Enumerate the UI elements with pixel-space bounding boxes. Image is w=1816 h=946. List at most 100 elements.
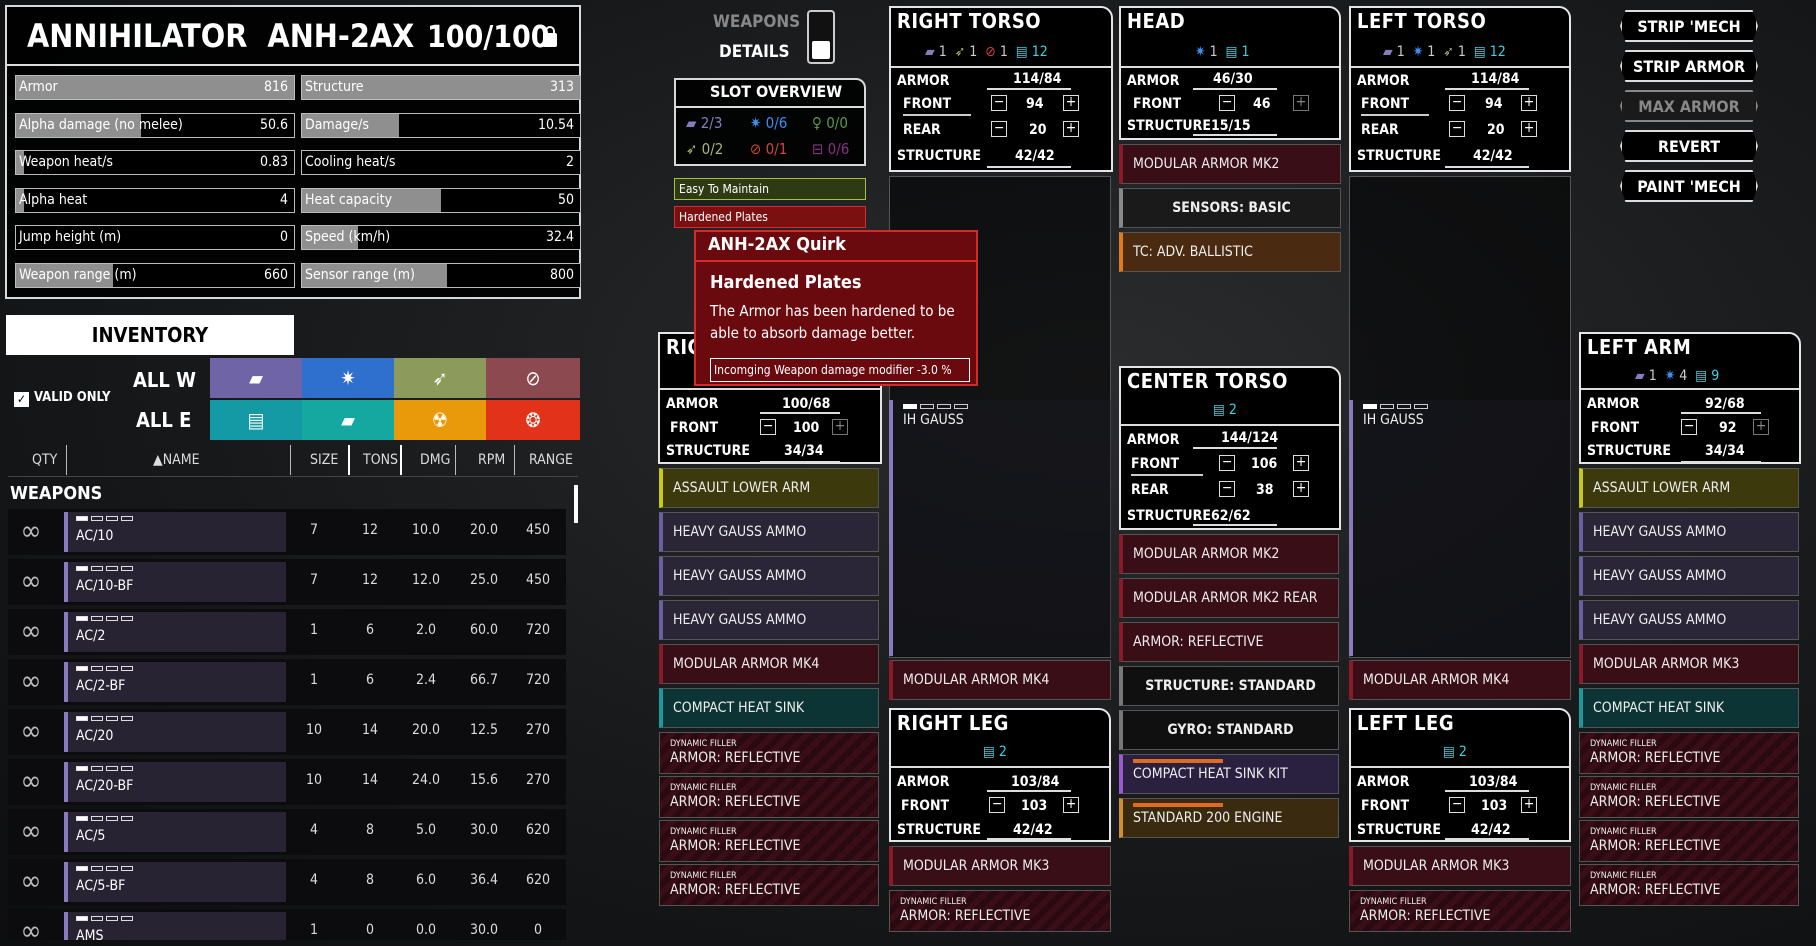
- filter-missile-button[interactable]: ➶: [394, 358, 486, 398]
- strip-mech-button[interactable]: STRIP 'MECH: [1620, 10, 1758, 42]
- col-qty[interactable]: QTY: [32, 452, 57, 468]
- left-arm-item[interactable]: COMPACT HEAT SINK: [1579, 688, 1799, 728]
- right-arm-front-minus-button[interactable]: −: [760, 419, 776, 435]
- col-size[interactable]: SIZE: [310, 452, 338, 468]
- col-range[interactable]: RANGE: [529, 452, 573, 468]
- filter-heat-button[interactable]: ❂: [486, 400, 580, 440]
- lock-icon[interactable]: [543, 26, 557, 47]
- left-arm-front-plus-button[interactable]: +: [1753, 419, 1769, 435]
- right-arm-item[interactable]: HEAVY GAUSS AMMO: [659, 512, 879, 552]
- view-toggle-switch[interactable]: [807, 10, 835, 64]
- center-torso-rear-minus-button[interactable]: −: [1219, 481, 1235, 497]
- right-leg-front-plus-button[interactable]: +: [1063, 797, 1079, 813]
- weapon-card[interactable]: AC/5: [64, 812, 286, 852]
- all-equipment-filter[interactable]: ALL E: [136, 408, 191, 432]
- center-torso-item[interactable]: ARMOR: REFLECTIVE: [1119, 622, 1339, 662]
- head-item[interactable]: SENSORS: BASIC: [1119, 188, 1341, 228]
- quirk-hardened-plates[interactable]: Hardened Plates: [674, 206, 866, 228]
- right-arm-dynamic-filler[interactable]: DYNAMIC FILLER ARMOR: REFLECTIVE: [659, 732, 879, 774]
- left-arm-dynamic-filler[interactable]: DYNAMIC FILLER ARMOR: REFLECTIVE: [1579, 820, 1799, 862]
- valid-only-checkbox[interactable]: ✓: [14, 392, 29, 407]
- center-torso-rear-plus-button[interactable]: +: [1293, 481, 1309, 497]
- weapon-card[interactable]: AC/2: [64, 612, 286, 652]
- right-arm-front-plus-button[interactable]: +: [832, 419, 848, 435]
- left-torso-item[interactable]: MODULAR ARMOR MK4: [1349, 660, 1571, 700]
- col-name[interactable]: ▲NAME: [153, 452, 200, 468]
- weapon-card[interactable]: AC/2-BF: [64, 662, 286, 702]
- left-arm-item[interactable]: HEAVY GAUSS AMMO: [1579, 556, 1799, 596]
- center-torso-item[interactable]: STANDARD 200 ENGINE: [1119, 798, 1339, 838]
- right-arm-dynamic-filler[interactable]: DYNAMIC FILLER ARMOR: REFLECTIVE: [659, 864, 879, 906]
- weapon-card[interactable]: AC/10-BF: [64, 562, 286, 602]
- right-torso-front-plus-button[interactable]: +: [1063, 95, 1079, 111]
- center-torso-item[interactable]: STRUCTURE: STANDARD: [1119, 666, 1339, 706]
- weapon-card[interactable]: AC/20-BF: [64, 762, 286, 802]
- right-torso-item[interactable]: MODULAR ARMOR MK4: [889, 660, 1111, 700]
- left-leg-front-minus-button[interactable]: −: [1449, 797, 1465, 813]
- left-arm-dynamic-filler[interactable]: DYNAMIC FILLER ARMOR: REFLECTIVE: [1579, 732, 1799, 774]
- col-tons[interactable]: TONS: [363, 452, 398, 468]
- left-torso-front-plus-button[interactable]: +: [1521, 95, 1537, 111]
- right-arm-dynamic-filler[interactable]: DYNAMIC FILLER ARMOR: REFLECTIVE: [659, 820, 879, 862]
- filter-ammo-button[interactable]: ▰: [302, 400, 394, 440]
- right-arm-item[interactable]: ASSAULT LOWER ARM: [659, 468, 879, 508]
- filter-melee-button[interactable]: ⊘: [486, 358, 580, 398]
- filter-energy-button[interactable]: ✷: [302, 358, 394, 398]
- right-arm-item[interactable]: MODULAR ARMOR MK4: [659, 644, 879, 684]
- left-arm-item[interactable]: MODULAR ARMOR MK3: [1579, 644, 1799, 684]
- weapon-row[interactable]: ∞ AC/20-BF 10 14 24.0 15.6 270: [8, 759, 566, 805]
- right-arm-item[interactable]: COMPACT HEAT SINK: [659, 688, 879, 728]
- left-leg-front-plus-button[interactable]: +: [1521, 797, 1537, 813]
- weapon-row[interactable]: ∞ AC/20 10 14 20.0 12.5 270: [8, 709, 566, 755]
- head-item[interactable]: MODULAR ARMOR MK2: [1119, 144, 1341, 184]
- head-front-plus-button[interactable]: +: [1293, 95, 1309, 111]
- head-item[interactable]: TC: ADV. BALLISTIC: [1119, 232, 1341, 272]
- right-torso-weapon-ih-gauss[interactable]: IH GAUSS: [889, 400, 1111, 656]
- col-rpm[interactable]: RPM: [478, 452, 505, 468]
- col-dmg[interactable]: DMG: [420, 452, 450, 468]
- weapon-card[interactable]: AC/20: [64, 712, 286, 752]
- weapon-row[interactable]: ∞ AC/5-BF 4 8 6.0 36.4 620: [8, 859, 566, 905]
- filter-equipment-button[interactable]: ▤: [210, 400, 302, 440]
- weapon-row[interactable]: ∞ AMS 1 0 0.0 30.0 0: [8, 909, 566, 940]
- filter-reactor-button[interactable]: ☢: [394, 400, 486, 440]
- left-arm-dynamic-filler[interactable]: DYNAMIC FILLER ARMOR: REFLECTIVE: [1579, 864, 1799, 906]
- left-torso-rear-minus-button[interactable]: −: [1449, 121, 1465, 137]
- center-torso-front-minus-button[interactable]: −: [1219, 455, 1235, 471]
- left-arm-item[interactable]: HEAVY GAUSS AMMO: [1579, 512, 1799, 552]
- left-torso-front-minus-button[interactable]: −: [1449, 95, 1465, 111]
- left-leg-item[interactable]: MODULAR ARMOR MK3: [1349, 846, 1571, 886]
- left-torso-rear-plus-button[interactable]: +: [1521, 121, 1537, 137]
- revert-button[interactable]: REVERT: [1620, 130, 1758, 162]
- all-weapons-filter[interactable]: ALL W: [133, 368, 196, 392]
- max-armor-button[interactable]: MAX ARMOR: [1620, 90, 1758, 122]
- inventory-tab[interactable]: INVENTORY: [6, 315, 294, 355]
- weapon-row[interactable]: ∞ AC/10-BF 7 12 12.0 25.0 450: [8, 559, 566, 605]
- weapon-row[interactable]: ∞ AC/5 4 8 5.0 30.0 620: [8, 809, 566, 855]
- right-torso-rear-minus-button[interactable]: −: [991, 121, 1007, 137]
- right-arm-dynamic-filler[interactable]: DYNAMIC FILLER ARMOR: REFLECTIVE: [659, 776, 879, 818]
- right-torso-front-minus-button[interactable]: −: [991, 95, 1007, 111]
- right-arm-item[interactable]: HEAVY GAUSS AMMO: [659, 600, 879, 640]
- right-leg-front-minus-button[interactable]: −: [989, 797, 1005, 813]
- left-torso-weapon-ih-gauss[interactable]: IH GAUSS: [1349, 400, 1571, 656]
- right-leg-item[interactable]: MODULAR ARMOR MK3: [889, 846, 1111, 886]
- strip-armor-button[interactable]: STRIP ARMOR: [1620, 50, 1758, 82]
- left-arm-item[interactable]: ASSAULT LOWER ARM: [1579, 468, 1799, 508]
- quirk-easy-to-maintain[interactable]: Easy To Maintain: [674, 178, 866, 200]
- right-torso-rear-plus-button[interactable]: +: [1063, 121, 1079, 137]
- center-torso-front-plus-button[interactable]: +: [1293, 455, 1309, 471]
- paint-mech-button[interactable]: PAINT 'MECH: [1620, 170, 1758, 202]
- center-torso-item[interactable]: GYRO: STANDARD: [1119, 710, 1339, 750]
- right-leg-dynamic-filler[interactable]: DYNAMIC FILLER ARMOR: REFLECTIVE: [889, 890, 1111, 932]
- center-torso-item[interactable]: MODULAR ARMOR MK2 REAR: [1119, 578, 1339, 618]
- weapon-row[interactable]: ∞ AC/2-BF 1 6 2.4 66.7 720: [8, 659, 566, 705]
- weapon-row[interactable]: ∞ AC/2 1 6 2.0 60.0 720: [8, 609, 566, 655]
- center-torso-item[interactable]: MODULAR ARMOR MK2: [1119, 534, 1339, 574]
- center-torso-item[interactable]: COMPACT HEAT SINK KIT: [1119, 754, 1339, 794]
- weapon-card[interactable]: AC/5-BF: [64, 862, 286, 902]
- left-arm-dynamic-filler[interactable]: DYNAMIC FILLER ARMOR: REFLECTIVE: [1579, 776, 1799, 818]
- left-arm-item[interactable]: HEAVY GAUSS AMMO: [1579, 600, 1799, 640]
- weapon-card[interactable]: AMS: [64, 912, 286, 940]
- head-front-minus-button[interactable]: −: [1219, 95, 1235, 111]
